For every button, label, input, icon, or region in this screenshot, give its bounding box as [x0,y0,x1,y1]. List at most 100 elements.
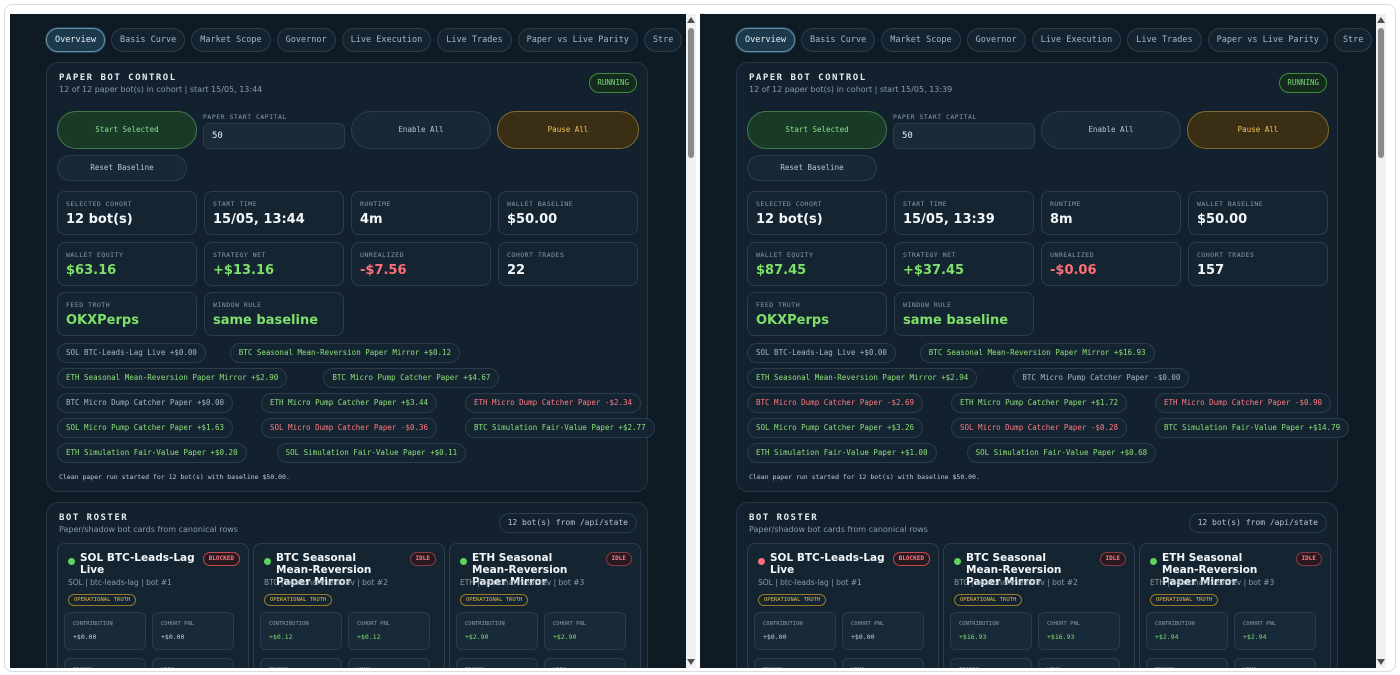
bot-pnl-chip[interactable]: ETH Micro Pump Catcher Paper +$3.44 [261,393,438,413]
stat-wallet-equity: WALLET EQUITY $87.45 [747,242,887,286]
bot-pnl-chip[interactable]: SOL BTC-Leads-Lag Live +$0.00 [747,343,896,363]
stat-strategy-net: STRATEGY NET +$37.45 [894,242,1034,286]
bot-pnl-chip[interactable]: SOL Simulation Fair-Value Paper +$0.11 [276,443,467,463]
card-subtitle: Paper/shadow bot cards from canonical ro… [59,525,238,534]
bot-card[interactable]: BTC Seasonal Mean-Reversion Paper Mirror… [253,543,445,668]
tab-basis-curve[interactable]: Basis Curve [800,28,876,52]
bot-card[interactable]: ETH Seasonal Mean-Reversion Paper Mirror… [1139,543,1331,668]
contribution-box: CONTRIBUTION +$0.00 [754,612,836,650]
stat-value: -$0.06 [1050,263,1097,278]
stat-label: UNREALIZED [1050,251,1095,259]
bot-card[interactable]: BTC Seasonal Mean-Reversion Paper Mirror… [943,543,1135,668]
bot-pnl-chip[interactable]: ETH Seasonal Mean-Reversion Paper Mirror… [57,368,288,388]
tab-live-execution[interactable]: Live Execution [1031,28,1122,52]
bot-pnl-chip[interactable]: SOL Micro Dump Catcher Paper -$0.36 [261,418,438,438]
bot-card[interactable]: SOL BTC-Leads-Lag Live BLOCKED SOL | btc-l… [57,543,249,668]
tab-governor[interactable]: Governor [966,28,1026,52]
scroll-up-arrow-icon[interactable] [687,17,695,23]
trades-box: TRADES [456,658,538,668]
tab-basis-curve[interactable]: Basis Curve [110,28,186,52]
bot-pnl-chip[interactable]: BTC Seasonal Mean-Reversion Paper Mirror… [919,343,1155,363]
bot-pnl-chip[interactable]: ETH Micro Dump Catcher Paper -$2.34 [465,393,642,413]
mini-label: CONTRIBUTION [269,621,309,627]
status-badge: RUNNING [589,73,637,93]
stat-label: RUNTIME [1050,200,1081,208]
tab-governor[interactable]: Governor [276,28,336,52]
bot-pnl-chip[interactable]: BTC Simulation Fair-Value Paper +$2.77 [465,418,655,438]
enable-all-button[interactable]: Enable All [1041,111,1181,149]
wins-box: WINS [348,658,430,668]
scrollbar-left[interactable] [686,14,696,668]
stat-label: COHORT TRADES [1197,251,1255,259]
mini-label: WINS [851,667,864,668]
bot-pnl-chip[interactable]: ETH Micro Pump Catcher Paper +$1.72 [951,393,1128,413]
mini-value: +$0.12 [269,633,293,641]
wins-box: WINS [842,658,924,668]
mini-value: +$16.93 [1047,633,1075,641]
reset-baseline-button[interactable]: Reset Baseline [747,155,877,181]
stat-label: START TIME [213,200,258,208]
wins-box: WINS [544,658,626,668]
bot-pnl-chip[interactable]: SOL Micro Pump Catcher Paper +$3.26 [747,418,924,438]
stat-cohort-trades: COHORT TRADES 22 [498,242,638,286]
tab-market-scope[interactable]: Market Scope [881,28,961,52]
bot-pnl-chip[interactable]: ETH Simulation Fair-Value Paper +$1.00 [747,443,937,463]
bot-pnl-chip[interactable]: ETH Simulation Fair-Value Paper +$0.20 [57,443,247,463]
mini-label: COHORT PNL [553,621,587,627]
scroll-thumb[interactable] [1378,28,1384,158]
bot-pnl-chip[interactable]: SOL BTC-Leads-Lag Live +$0.00 [57,343,206,363]
mini-label: COHORT PNL [161,621,195,627]
scroll-down-arrow-icon[interactable] [1377,659,1385,665]
card-title: BOT ROSTER [749,513,819,523]
bot-count-pill: 12 bot(s) from /api/state [498,513,637,533]
bot-pnl-chip[interactable]: BTC Simulation Fair-Value Paper +$14.79 [1155,418,1350,438]
bot-pnl-chip[interactable]: SOL Micro Pump Catcher Paper +$1.63 [57,418,234,438]
bot-pnl-chip[interactable]: BTC Micro Pump Catcher Paper -$0.00 [1013,368,1190,388]
mini-label: WINS [161,667,174,668]
pause-all-button[interactable]: Pause All [1187,111,1329,149]
mini-value: +$2.94 [1243,633,1267,641]
status-dot-icon [758,558,765,565]
bot-pnl-chip[interactable]: BTC Micro Pump Catcher Paper +$4.67 [323,368,500,388]
bot-card[interactable]: ETH Seasonal Mean-Reversion Paper Mirror… [449,543,641,668]
start-selected-button[interactable]: Start Selected [57,111,197,149]
tab-live-trades[interactable]: Live Trades [437,28,512,52]
enable-all-button[interactable]: Enable All [351,111,491,149]
tab-live-trades[interactable]: Live Trades [1127,28,1202,52]
tab-paper-vs-live-parity[interactable]: Paper vs Live Parity [1207,28,1328,52]
tab-overview[interactable]: Overview [736,28,795,52]
operational-truth-badge: OPERATIONAL TRUTH [460,594,529,606]
stat-value: 15/05, 13:44 [213,212,305,227]
status-note: Clean paper run started for 12 bot(s) wi… [749,473,980,481]
scroll-down-arrow-icon[interactable] [687,659,695,665]
bot-pnl-chip[interactable]: BTC Micro Dump Catcher Paper -$2.69 [747,393,924,413]
mini-label: COHORT PNL [357,621,391,627]
bot-pnl-chip[interactable]: ETH Seasonal Mean-Reversion Paper Mirror… [747,368,978,388]
bot-card[interactable]: SOL BTC-Leads-Lag Live BLOCKED SOL | btc-l… [747,543,939,668]
tab-stre[interactable]: Stre [1333,28,1373,52]
paper-bot-control-card: PAPER BOT CONTROL 12 of 12 paper bot(s) … [736,62,1350,492]
status-badge: RUNNING [1279,73,1327,93]
mini-value: +$0.00 [73,633,97,641]
tab-live-execution[interactable]: Live Execution [341,28,432,52]
tab-paper-vs-live-parity[interactable]: Paper vs Live Parity [517,28,638,52]
tab-stre[interactable]: Stre [643,28,683,52]
start-selected-button[interactable]: Start Selected [747,111,887,149]
reset-baseline-button[interactable]: Reset Baseline [57,155,187,181]
bot-pnl-chip[interactable]: SOL Simulation Fair-Value Paper +$0.68 [966,443,1157,463]
scroll-up-arrow-icon[interactable] [1377,17,1385,23]
tab-market-scope[interactable]: Market Scope [191,28,271,52]
capital-input[interactable]: 50 [203,123,345,149]
pause-all-button[interactable]: Pause All [497,111,639,149]
scrollbar-right[interactable] [1376,14,1386,668]
bot-pnl-chip[interactable]: SOL Micro Dump Catcher Paper -$0.28 [951,418,1128,438]
bot-pnl-chip[interactable]: ETH Micro Dump Catcher Paper -$0.90 [1155,393,1332,413]
cohort-pnl-box: COHORT PNL +$16.93 [1038,612,1120,650]
capital-input[interactable]: 50 [893,123,1035,149]
bot-pnl-chip[interactable]: BTC Seasonal Mean-Reversion Paper Mirror… [229,343,461,363]
mini-label: WINS [553,667,566,668]
bot-status-badge: BLOCKED [202,552,240,566]
bot-pnl-chip[interactable]: BTC Micro Dump Catcher Paper +$0.00 [57,393,234,413]
tab-overview[interactable]: Overview [46,28,105,52]
scroll-thumb[interactable] [688,28,694,158]
